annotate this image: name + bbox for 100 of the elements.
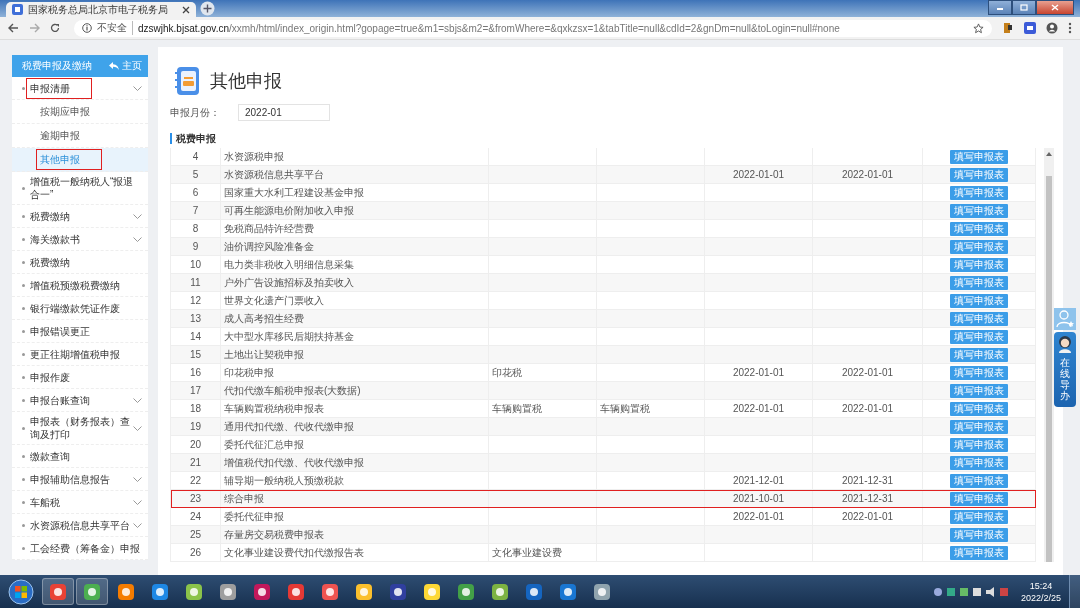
fill-form-button[interactable]: 填写申报表 bbox=[950, 311, 1008, 326]
table-cell: 22 bbox=[171, 472, 221, 489]
fill-form-button[interactable]: 填写申报表 bbox=[950, 167, 1008, 182]
table-cell: 13 bbox=[171, 310, 221, 327]
maximize-button[interactable] bbox=[1012, 0, 1036, 15]
table-cell: 2022-01-01 bbox=[813, 364, 923, 381]
fill-form-button[interactable]: 填写申报表 bbox=[950, 473, 1008, 488]
table-cell: 委托代征申报 bbox=[221, 508, 489, 525]
fill-form-button[interactable]: 填写申报表 bbox=[950, 419, 1008, 434]
table-cell: 11 bbox=[171, 274, 221, 291]
sidebar-item[interactable]: 申报作废 bbox=[12, 366, 148, 389]
sidebar-item[interactable]: 申报表（财务报表）查询及打印 bbox=[12, 412, 148, 445]
sidebar-item[interactable]: 税费缴纳 bbox=[12, 205, 148, 228]
table-cell: 9 bbox=[171, 238, 221, 255]
new-tab-icon[interactable] bbox=[200, 1, 215, 16]
star-icon[interactable] bbox=[973, 22, 984, 34]
sidebar-item[interactable]: 海关缴款书 bbox=[12, 228, 148, 251]
sidebar-item[interactable]: 银行端缴款凭证作废 bbox=[12, 297, 148, 320]
sidebar-item[interactable]: 更正往期增值税申报 bbox=[12, 343, 148, 366]
table-cell: 10 bbox=[171, 256, 221, 273]
site-icon bbox=[12, 4, 23, 15]
table-cell: 成人高考招生经费 bbox=[221, 310, 489, 327]
app-tile-icon[interactable] bbox=[42, 578, 74, 605]
scroll-up-arrow-icon[interactable] bbox=[1046, 152, 1052, 156]
sidebar-item[interactable]: 申报台账查询 bbox=[12, 389, 148, 412]
fill-form-button[interactable]: 填写申报表 bbox=[950, 455, 1008, 470]
close-icon[interactable] bbox=[182, 5, 190, 14]
clock-time: 15:24 bbox=[1029, 579, 1053, 592]
table-cell: 电力类非税收入明细信息采集 bbox=[221, 256, 489, 273]
table-cell: 12 bbox=[171, 292, 221, 309]
sidebar-item[interactable]: 工会经费（筹备金）申报 bbox=[12, 537, 148, 560]
profile-icon[interactable] bbox=[1046, 22, 1058, 34]
fill-form-button[interactable]: 填写申报表 bbox=[950, 185, 1008, 200]
chevron-down-icon bbox=[133, 397, 142, 403]
fill-form-button[interactable]: 填写申报表 bbox=[950, 383, 1008, 398]
home-link[interactable]: 主页 bbox=[109, 59, 142, 73]
month-field[interactable]: 2022-01 bbox=[238, 104, 330, 121]
extension-icon[interactable] bbox=[1024, 22, 1036, 34]
table-cell: 印花税申报 bbox=[221, 364, 489, 381]
browser-tab[interactable]: 国家税务总局北京市电子税务局 bbox=[6, 2, 196, 17]
table-cell: 大中型水库移民后期扶持基金 bbox=[221, 328, 489, 345]
fill-form-button[interactable]: 填写申报表 bbox=[950, 437, 1008, 452]
fill-form-button[interactable]: 填写申报表 bbox=[950, 257, 1008, 272]
table-cell: 21 bbox=[171, 454, 221, 471]
table-cell: 2021-12-01 bbox=[705, 472, 813, 489]
app-tile-icon[interactable] bbox=[76, 578, 108, 605]
sidebar-item[interactable]: 增值税一般纳税人“报退合一” bbox=[12, 172, 148, 205]
table-cell: 可再生能源电价附加收入申报 bbox=[221, 202, 489, 219]
sidebar-item[interactable]: 申报错误更正 bbox=[12, 320, 148, 343]
table-cell: 免税商品特许经营费 bbox=[221, 220, 489, 237]
sidebar-item[interactable]: 车船税 bbox=[12, 491, 148, 514]
minimize-button[interactable] bbox=[988, 0, 1012, 15]
fill-form-button[interactable]: 填写申报表 bbox=[950, 149, 1008, 164]
clock[interactable]: 15:24 2022/2/25 bbox=[1020, 579, 1061, 604]
table-cell: 17 bbox=[171, 382, 221, 399]
sidebar-subitem[interactable]: 按期应申报 bbox=[12, 100, 148, 124]
table-cell: 16 bbox=[171, 364, 221, 381]
show-desktop-button[interactable] bbox=[1069, 575, 1080, 608]
fill-form-button[interactable]: 填写申报表 bbox=[950, 329, 1008, 344]
fill-form-button[interactable]: 填写申报表 bbox=[950, 293, 1008, 308]
section-title: 税费申报 bbox=[170, 133, 1063, 144]
sidebar-item[interactable]: 申报辅助信息报告 bbox=[12, 468, 148, 491]
table-cell: 6 bbox=[171, 184, 221, 201]
sidebar-item[interactable]: 水资源税信息共享平台 bbox=[12, 514, 148, 537]
chevron-down-icon bbox=[133, 476, 142, 482]
table-cell: 5 bbox=[171, 166, 221, 183]
fill-form-button[interactable]: 填写申报表 bbox=[950, 221, 1008, 236]
fill-form-button[interactable]: 填写申报表 bbox=[950, 347, 1008, 362]
table-cell: 文化事业建设费 bbox=[489, 544, 597, 561]
table-cell: 26 bbox=[171, 544, 221, 561]
fill-form-button[interactable]: 填写申报表 bbox=[950, 203, 1008, 218]
start-button[interactable] bbox=[8, 578, 34, 605]
fill-form-button[interactable]: 填写申报表 bbox=[950, 401, 1008, 416]
close-window-button[interactable] bbox=[1036, 0, 1074, 15]
fill-form-button[interactable]: 填写申报表 bbox=[950, 365, 1008, 380]
chevron-down-icon bbox=[133, 85, 142, 91]
clock-date: 2022/2/25 bbox=[1020, 591, 1061, 604]
fill-form-button[interactable]: 填写申报表 bbox=[950, 545, 1008, 560]
sidebar-item[interactable]: 税费缴纳 bbox=[12, 251, 148, 274]
fill-form-button[interactable]: 填写申报表 bbox=[950, 275, 1008, 290]
sidebar-item[interactable]: 缴款查询 bbox=[12, 445, 148, 468]
menu-icon[interactable] bbox=[1068, 22, 1072, 34]
sidebar-item[interactable]: 增值税预缴税费缴纳 bbox=[12, 274, 148, 297]
address-field[interactable]: 不安全 dzswjhk.bjsat.gov.cn/xxmh/html/index_origin.html?gopage=true&m1=sbjs&m2=&fromWhere=&qxkzsx=1&tabTitle=null&cdId=2&gnDm=null&toLogin=null#none bbox=[74, 19, 992, 37]
back-icon[interactable] bbox=[8, 23, 19, 33]
chevron-down-icon bbox=[133, 499, 142, 505]
scrollbar[interactable] bbox=[1044, 148, 1054, 562]
table-cell: 23 bbox=[171, 490, 221, 507]
table-cell: 国家重大水利工程建设基金申报 bbox=[221, 184, 489, 201]
sidebar-item[interactable]: 申报清册 bbox=[12, 77, 148, 100]
fill-form-button[interactable]: 填写申报表 bbox=[950, 491, 1008, 506]
extension-icon[interactable] bbox=[1002, 22, 1014, 34]
table-cell: 印花税 bbox=[489, 364, 597, 381]
chevron-down-icon bbox=[133, 425, 142, 431]
fill-form-button[interactable]: 填写申报表 bbox=[950, 239, 1008, 254]
fill-form-button[interactable]: 填写申报表 bbox=[950, 509, 1008, 524]
sidebar-subitem[interactable]: 其他申报 bbox=[12, 148, 148, 172]
table-cell: 油价调控风险准备金 bbox=[221, 238, 489, 255]
fill-form-button[interactable]: 填写申报表 bbox=[950, 527, 1008, 542]
reload-icon[interactable] bbox=[50, 23, 60, 33]
